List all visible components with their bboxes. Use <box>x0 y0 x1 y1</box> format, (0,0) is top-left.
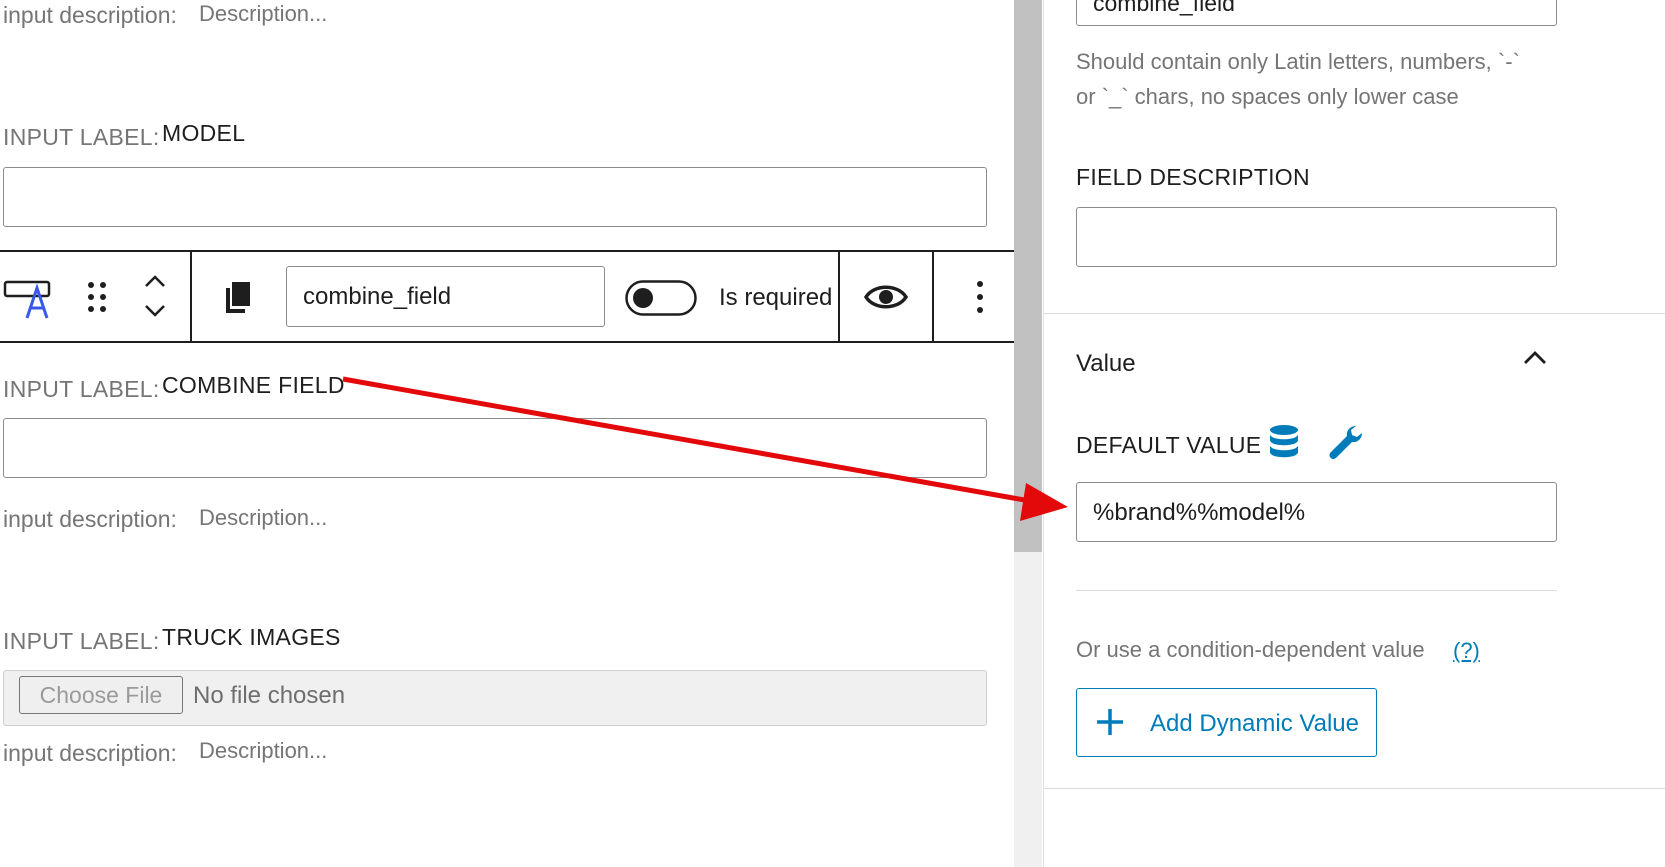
input-label-combine-field[interactable]: COMBINE FIELD <box>162 372 345 399</box>
condition-dependent-text: Or use a condition-dependent value <box>1076 637 1425 662</box>
section-divider <box>1044 788 1665 789</box>
settings-sidebar: combine_field Should contain only Latin … <box>1043 0 1665 867</box>
default-value-label: DEFAULT VALUE <box>1076 432 1262 458</box>
name-help-line-2: or `_` chars, no spaces only lower case <box>1076 84 1459 109</box>
field-name-input[interactable]: combine_field <box>286 266 605 327</box>
combine-field-input[interactable] <box>3 418 987 478</box>
field-name-value: combine_field <box>303 283 452 310</box>
copy-icon[interactable] <box>224 280 252 319</box>
input-label-key: INPUT LABEL: <box>3 376 160 402</box>
text-field-icon[interactable] <box>3 276 53 325</box>
input-description-key: input description: <box>3 506 177 532</box>
name-help-line-1: Should contain only Latin letters, numbe… <box>1076 49 1520 74</box>
input-label-model[interactable]: MODEL <box>162 120 245 147</box>
input-description-value[interactable]: Description... <box>199 1 327 27</box>
section-divider <box>1076 590 1557 591</box>
toolbar-divider <box>932 252 934 341</box>
drag-handle-icon[interactable] <box>86 280 108 319</box>
chevron-up-icon[interactable] <box>1522 348 1548 373</box>
input-label-truck-images[interactable]: TRUCK IMAGES <box>162 624 341 651</box>
scrollbar-thumb[interactable] <box>1014 0 1042 552</box>
chevron-down-icon[interactable] <box>143 302 167 325</box>
value-section-title[interactable]: Value <box>1076 350 1136 378</box>
default-value-text: %brand%%model% <box>1093 499 1306 526</box>
more-vertical-icon[interactable] <box>974 280 986 319</box>
is-required-label: Is required <box>719 284 833 311</box>
add-dynamic-value-label: Add Dynamic Value <box>1150 710 1359 737</box>
database-icon[interactable] <box>1268 424 1300 465</box>
field-description-input[interactable] <box>1076 207 1557 267</box>
toolbar-divider <box>838 252 840 341</box>
input-description-key: input description: <box>3 740 177 766</box>
wrench-icon[interactable] <box>1328 424 1364 465</box>
input-label-key: INPUT LABEL: <box>3 124 160 150</box>
section-divider <box>1044 313 1665 314</box>
toolbar-divider <box>190 252 192 341</box>
required-toggle[interactable] <box>625 280 697 321</box>
input-description-value[interactable]: Description... <box>199 738 327 764</box>
add-dynamic-value-button[interactable]: Add Dynamic Value <box>1076 688 1377 757</box>
chevron-up-icon[interactable] <box>143 272 167 295</box>
block-toolbar: combine_field Is required <box>0 250 1014 343</box>
field-name-setting-value: combine_field <box>1093 0 1235 16</box>
eye-icon[interactable] <box>863 282 909 317</box>
input-description-value[interactable]: Description... <box>199 505 327 531</box>
file-input[interactable]: Choose File No file chosen <box>3 670 987 726</box>
field-description-label: FIELD DESCRIPTION <box>1076 164 1310 190</box>
no-file-chosen-text: No file chosen <box>193 682 346 709</box>
plus-icon <box>1095 707 1125 742</box>
field-name-setting-input[interactable]: combine_field <box>1076 0 1557 26</box>
model-input[interactable] <box>3 167 987 227</box>
input-label-key: INPUT LABEL: <box>3 628 160 654</box>
input-description-key: input description: <box>3 2 177 28</box>
choose-file-button[interactable]: Choose File <box>19 676 183 714</box>
default-value-input[interactable]: %brand%%model% <box>1076 482 1557 542</box>
condition-help-link[interactable]: (?) <box>1453 638 1480 664</box>
